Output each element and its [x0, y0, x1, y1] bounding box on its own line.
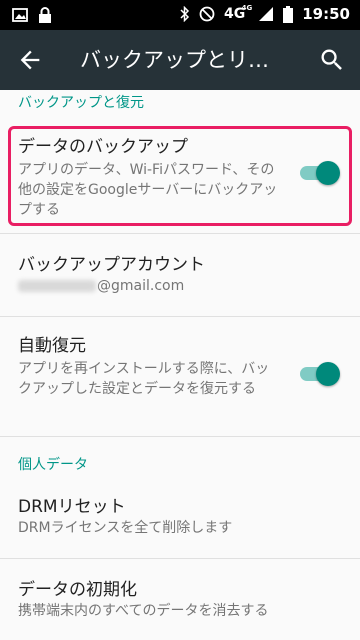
redacted-email-name: [18, 280, 96, 292]
network-sup: 4G: [241, 4, 253, 12]
factory-reset-summary: 携帯端末内のすべてのデータを消去する: [18, 603, 269, 619]
signal-icon: [259, 7, 274, 21]
network-indicator: 4G 4G: [224, 4, 252, 22]
image-notification-icon: [12, 8, 28, 22]
auto-restore-title: 自動復元: [18, 336, 86, 356]
status-bar: 4G 4G 19:50: [0, 0, 360, 30]
auto-restore-summary: アプリを再インストールする際に、バックアップした設定とデータを復元する: [18, 361, 270, 397]
clock: 19:50: [302, 5, 350, 23]
drm-reset-summary: DRMライセンスを全て削除します: [18, 520, 233, 536]
email-suffix: @gmail.com: [97, 278, 185, 294]
page-title: バックアップとリ…: [80, 48, 269, 72]
section-header-personal: 個人データ: [18, 457, 88, 473]
drm-reset-title: DRMリセット: [18, 497, 126, 517]
settings-list: バックアップと復元 データのバックアップ アプリのデータ、Wi-Fiパスワード、…: [0, 90, 360, 640]
highlight-box: [8, 126, 352, 226]
auto-restore-item[interactable]: 自動復元 アプリを再インストールする際に、バックアップした設定とデータを復元する: [0, 317, 360, 417]
app-toolbar: バックアップとリ…: [0, 30, 360, 90]
factory-reset-title: データの初期化: [18, 580, 137, 600]
backup-account-email: @gmail.com: [18, 278, 184, 294]
battery-icon: [283, 5, 294, 23]
factory-reset-item[interactable]: データの初期化 携帯端末内のすべてのデータを消去する: [0, 559, 360, 639]
backup-account-title: バックアップアカウント: [18, 255, 205, 275]
auto-restore-switch[interactable]: [298, 361, 340, 386]
search-icon[interactable]: [318, 46, 346, 74]
back-arrow-icon[interactable]: [16, 46, 44, 74]
section-header-backup: バックアップと復元: [18, 95, 144, 111]
lock-icon: [39, 7, 51, 23]
bluetooth-icon: [180, 6, 190, 22]
drm-reset-item[interactable]: DRMリセット DRMライセンスを全て削除します: [0, 482, 360, 546]
divider: [0, 436, 360, 437]
do-not-disturb-icon: [199, 6, 215, 22]
switch-thumb: [316, 362, 340, 386]
